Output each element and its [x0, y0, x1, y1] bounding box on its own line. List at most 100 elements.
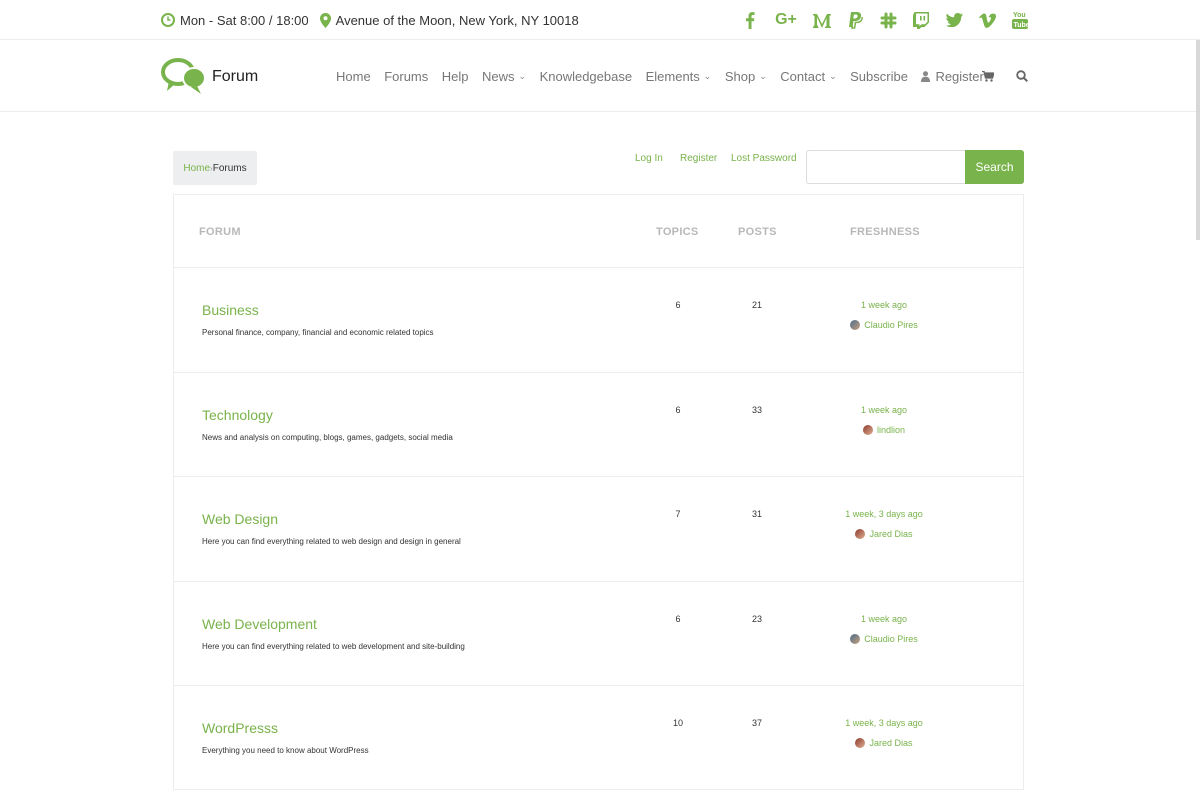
vimeo-icon[interactable]	[978, 11, 996, 29]
topics-count: 10	[672, 718, 683, 728]
nav-item-label: Subscribe	[850, 68, 908, 84]
forum-table: FORUM TOPICS POSTS FRESHNESS Business Pe…	[173, 194, 1024, 790]
table-row: Business Personal finance, company, fina…	[174, 268, 1023, 373]
search-button[interactable]: Search	[965, 150, 1024, 184]
freshness-link[interactable]: 1 week ago	[814, 405, 954, 415]
freshness-link[interactable]: 1 week ago	[814, 614, 954, 624]
nav-item-elements[interactable]: Elements ⌄	[646, 69, 712, 84]
site-header: Forum Home Forums Help News ⌄ Knowledgeba…	[0, 40, 1200, 112]
nav-item-label: Knowledgebase	[539, 68, 633, 84]
column-header-forum: FORUM	[199, 226, 241, 238]
author-name: lindlion	[876, 424, 906, 435]
author-link[interactable]: lindlion	[814, 424, 954, 435]
topics-count: 7	[675, 509, 681, 519]
author-name: Jared Dias	[869, 529, 913, 539]
header-icons	[982, 40, 1050, 112]
user-icon	[921, 70, 931, 82]
nav-item-label: Elements	[645, 68, 700, 84]
facebook-icon[interactable]	[741, 11, 759, 29]
paypal-icon[interactable]	[846, 11, 864, 29]
table-row: WordPresss Everything you need to know a…	[174, 686, 1023, 791]
column-header-freshness: FRESHNESS	[850, 226, 920, 238]
contact-info: Mon - Sat 8:00 / 18:00 Avenue of the Moo…	[161, 0, 590, 40]
map-pin-icon	[319, 12, 331, 28]
nav-item-label: Help	[441, 68, 469, 84]
avatar	[855, 738, 866, 748]
address-text: Avenue of the Moon, New York, NY 10018	[335, 12, 579, 28]
avatar	[855, 529, 866, 539]
youtube-icon[interactable]: You Tube	[1011, 11, 1029, 29]
twitter-icon[interactable]	[945, 11, 963, 29]
search-input[interactable]	[806, 150, 966, 184]
forum-description: Here you can find everything related to …	[202, 537, 461, 546]
slack-icon[interactable]	[879, 11, 897, 29]
topics-count: 6	[675, 404, 681, 415]
address-item: Avenue of the Moon, New York, NY 10018	[319, 12, 579, 28]
site-logo[interactable]: Forum	[161, 56, 258, 96]
svg-text:You: You	[1013, 12, 1026, 19]
register-link[interactable]: Register	[680, 153, 717, 164]
author-name: Claudio Pires	[864, 633, 918, 644]
forum-title-link[interactable]: Business	[202, 302, 259, 318]
nav-item-register[interactable]: Register	[921, 68, 984, 84]
forum-title-link[interactable]: Technology	[202, 407, 273, 423]
avatar	[850, 633, 861, 644]
page-scrollbar[interactable]	[1196, 40, 1200, 240]
nav-item-help[interactable]: Help	[442, 69, 469, 84]
posts-count: 37	[751, 718, 762, 728]
twitch-icon[interactable]	[912, 11, 930, 29]
avatar	[862, 424, 873, 435]
posts-count: 21	[751, 300, 762, 310]
author-link[interactable]: Claudio Pires	[814, 320, 954, 330]
freshness-link[interactable]: 1 week ago	[814, 300, 954, 310]
avatar	[850, 320, 861, 330]
top-bar: Mon - Sat 8:00 / 18:00 Avenue of the Moo…	[0, 0, 1200, 40]
table-row: Web Development Here you can find everyt…	[174, 582, 1023, 686]
medium-icon[interactable]	[813, 11, 831, 29]
nav-item-label: Contact	[780, 68, 826, 84]
nav-item-contact[interactable]: Contact ⌄	[780, 69, 836, 84]
forum-description: Here you can find everything related to …	[202, 641, 465, 651]
social-links: G+ You Tube	[726, 0, 1029, 40]
chevron-down-icon: ⌄	[518, 70, 527, 81]
nav-item-label: Home	[336, 68, 371, 84]
table-row: Technology News and analysis on computin…	[174, 373, 1023, 477]
forum-title-link[interactable]: Web Development	[202, 616, 317, 632]
freshness-link[interactable]: 1 week, 3 days ago	[814, 509, 954, 519]
search-icon[interactable]	[1016, 70, 1028, 82]
author-name: Claudio Pires	[864, 320, 918, 330]
google-plus-icon[interactable]: G+	[774, 11, 798, 29]
author-link[interactable]: Claudio Pires	[814, 633, 954, 644]
topics-count: 6	[675, 300, 681, 310]
author-link[interactable]: Jared Dias	[814, 529, 954, 539]
author-link[interactable]: Jared Dias	[814, 738, 954, 748]
table-header: FORUM TOPICS POSTS FRESHNESS	[174, 195, 1023, 268]
clock-icon	[161, 13, 175, 27]
logo-text: Forum	[212, 68, 259, 85]
lost-password-link[interactable]: Lost Password	[731, 153, 797, 164]
chevron-down-icon: ⌄	[829, 70, 837, 81]
table-row: Web Design Here you can find everything …	[174, 477, 1023, 582]
nav-item-shop[interactable]: Shop ⌄	[725, 69, 767, 84]
nav-item-forums[interactable]: Forums	[384, 69, 428, 84]
forum-title-link[interactable]: Web Design	[202, 511, 278, 527]
main-nav: Home Forums Help News ⌄ Knowledgebase Ele…	[336, 40, 1028, 112]
posts-count: 33	[751, 404, 762, 415]
posts-count: 31	[751, 509, 762, 519]
author-name: Jared Dias	[869, 738, 913, 748]
nav-item-home[interactable]: Home	[336, 69, 371, 84]
nav-item-news[interactable]: News ⌄	[482, 69, 526, 84]
register-label: Register	[935, 68, 984, 84]
login-link[interactable]: Log In	[635, 153, 663, 164]
nav-item-subscribe[interactable]: Subscribe	[850, 69, 908, 84]
forum-description: News and analysis on computing, blogs, g…	[202, 432, 453, 442]
column-header-topics: TOPICS	[656, 226, 699, 238]
breadcrumb: Home › Forums	[173, 151, 257, 185]
forum-title-link[interactable]: WordPresss	[202, 720, 278, 736]
nav-item-knowledgebase[interactable]: Knowledgebase	[540, 69, 633, 84]
topics-count: 6	[675, 613, 681, 624]
cart-icon[interactable]	[982, 70, 994, 82]
freshness-link[interactable]: 1 week, 3 days ago	[814, 718, 954, 728]
posts-count: 23	[751, 613, 762, 624]
breadcrumb-home[interactable]: Home	[183, 163, 210, 174]
